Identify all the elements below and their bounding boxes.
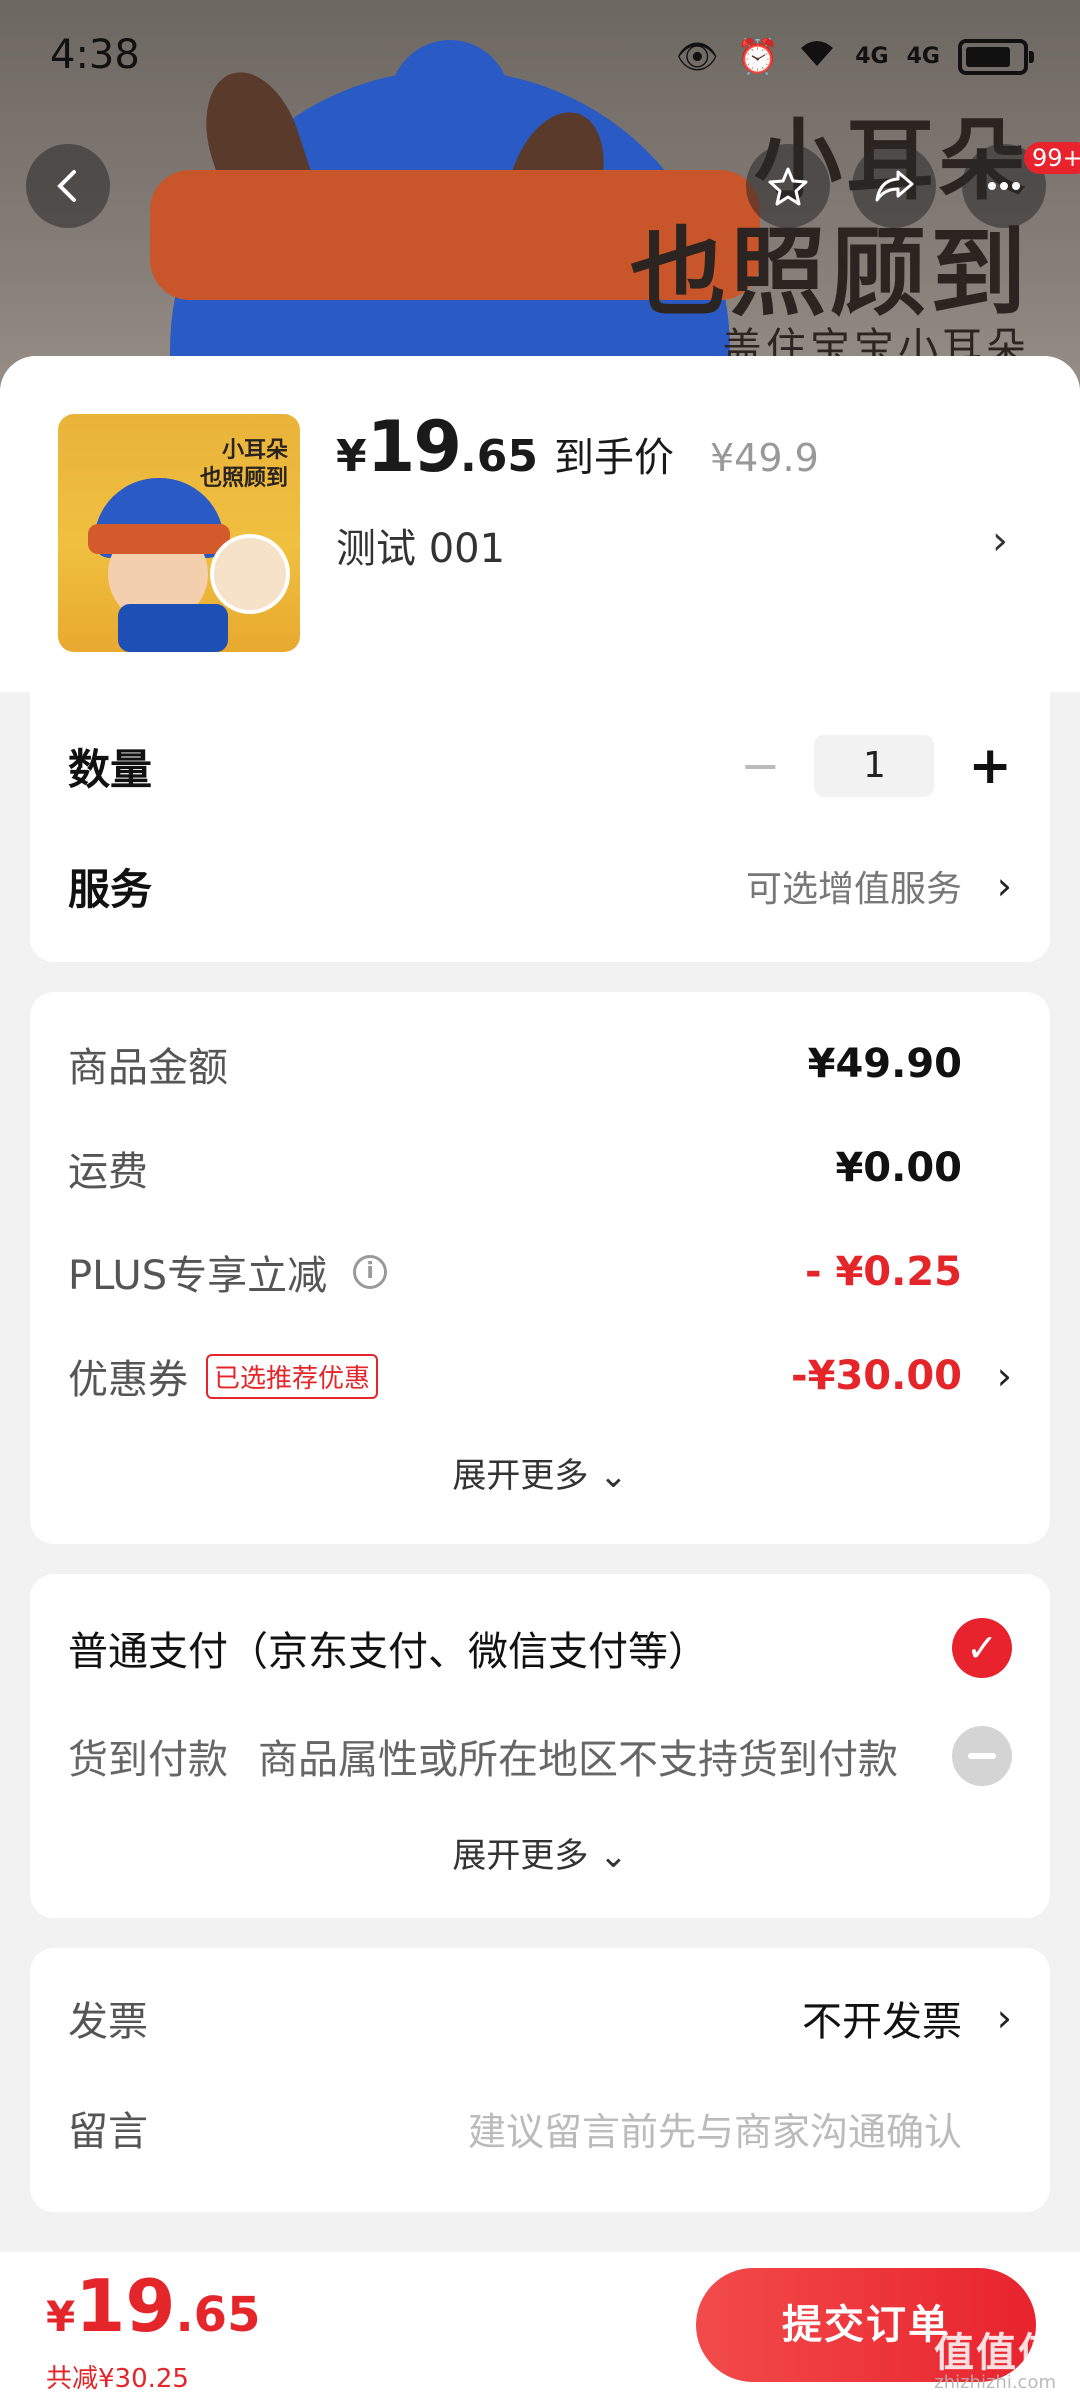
thumb-detail-circle — [210, 534, 290, 614]
chevron-right-icon: › — [996, 1996, 1012, 2040]
expand-more-amounts[interactable]: 展开更多 ⌄ — [30, 1448, 1050, 1497]
minus-button[interactable]: − — [740, 738, 780, 794]
invoice-label: 发票 — [68, 1999, 148, 2045]
alarm-icon: ⏰ — [736, 36, 780, 77]
plus-discount-row: PLUS专享立减 i - ¥0.25 — [68, 1242, 1012, 1302]
wifi-icon — [797, 36, 837, 77]
service-row[interactable]: 服务 可选增值服务 › — [68, 856, 1012, 916]
price-currency: ¥ — [336, 431, 367, 482]
plus-button[interactable]: + — [968, 736, 1012, 796]
amount-card: 商品金额 ¥49.90 运费 ¥0.00 PLUS专享立减 i - ¥0.25 … — [30, 992, 1050, 1544]
plus-discount-value: - ¥0.25 — [804, 1249, 962, 1295]
banner-headline-2: 也照顾到 — [630, 217, 1030, 329]
chevron-right-icon: › — [996, 864, 1012, 908]
more-dots-icon — [988, 182, 1020, 190]
price-decimal: .65 — [460, 431, 538, 482]
payment-card: 普通支付（京东支付、微信支付等） ✓ 货到付款 商品属性或所在地区不支持货到付款… — [30, 1574, 1050, 1918]
quantity-stepper: − 1 + — [740, 735, 1012, 797]
watermark-url: zhizhizhi.com — [934, 2372, 1056, 2393]
favorite-button[interactable] — [746, 144, 830, 228]
share-button[interactable] — [852, 144, 936, 228]
invoice-row[interactable]: 发票 不开发票 › — [68, 1988, 1012, 2048]
message-input[interactable]: 建议留言前先与商家沟通确认 — [468, 2101, 962, 2156]
message-count-badge: 99+ — [1024, 142, 1080, 174]
info-icon[interactable]: i — [353, 1255, 388, 1289]
total-integer: 19 — [75, 2264, 176, 2348]
disabled-icon — [952, 1726, 1012, 1786]
checkmark-icon[interactable]: ✓ — [952, 1618, 1012, 1678]
thumb-text-2: 也照顾到 — [199, 466, 288, 491]
watermark-logo: 值值值 — [934, 2330, 1060, 2376]
price-integer: 19 — [366, 406, 462, 488]
eye-icon: 👁 — [675, 36, 719, 77]
coupon-row[interactable]: 优惠券 已选推荐优惠 -¥30.00 › — [68, 1346, 1012, 1406]
product-price: ¥ 19 .65 到手价 ¥49.9 — [336, 406, 819, 488]
share-icon — [875, 170, 914, 202]
order-sheet: 小耳朵 也照顾到 ¥ 19 .65 到手价 ¥49.9 测试 001 › 数量 … — [0, 356, 1080, 2400]
coupon-tag: 已选推荐优惠 — [206, 1353, 379, 1399]
plus-discount-label: PLUS专享立减 — [68, 1253, 328, 1299]
back-button[interactable] — [26, 144, 110, 228]
original-price: ¥49.9 — [710, 436, 819, 480]
total-currency: ¥ — [46, 2292, 76, 2341]
price-label: 到手价 — [554, 435, 674, 481]
coupon-value: -¥30.00 — [791, 1353, 962, 1399]
message-row[interactable]: 留言 建议留言前先与商家沟通确认 — [68, 2098, 1012, 2158]
chevron-right-icon: › — [996, 1354, 1012, 1398]
total-decimal: .65 — [175, 2287, 261, 2343]
quantity-row: 数量 − 1 + — [68, 735, 1012, 797]
chevron-right-icon[interactable]: › — [992, 518, 1008, 564]
goods-amount-value: ¥49.90 — [807, 1041, 962, 1087]
invoice-value: 不开发票 — [802, 1999, 962, 2045]
status-icons: 👁 ⏰ 4G 4G — [675, 36, 1034, 77]
total-saved: 共减¥30.25 — [46, 2364, 189, 2394]
signal-icon-2: 4G — [906, 43, 940, 69]
signal-icon-1: 4G — [855, 43, 889, 69]
payment-cod-note: 商品属性或所在地区不支持货到付款 — [258, 1737, 898, 1783]
checkout-bar: ¥ 19 .65 共减¥30.25 提交订单 — [0, 2252, 1080, 2400]
thumb-band-shape — [88, 524, 230, 554]
expand-more-payment[interactable]: 展开更多 ⌄ — [30, 1828, 1050, 1877]
quantity-label: 数量 — [68, 744, 153, 794]
coupon-label: 优惠券 — [68, 1357, 188, 1403]
payment-cod-label: 货到付款 — [68, 1737, 228, 1783]
status-bar: 4:38 👁 ⏰ 4G 4G — [0, 0, 1080, 110]
payment-cod-row: 货到付款 商品属性或所在地区不支持货到付款 — [68, 1726, 1012, 1786]
quantity-service-card: 数量 − 1 + 服务 可选增值服务 › — [30, 692, 1050, 962]
goods-amount-row: 商品金额 ¥49.90 — [68, 1034, 1012, 1094]
service-value: 可选增值服务 — [745, 869, 962, 910]
star-icon — [768, 167, 808, 206]
selected-spec[interactable]: 测试 001 — [336, 516, 505, 574]
payment-normal-label: 普通支付（京东支付、微信支付等） — [68, 1629, 708, 1675]
product-thumbnail[interactable]: 小耳朵 也照顾到 — [58, 414, 300, 652]
shipping-row: 运费 ¥0.00 — [68, 1138, 1012, 1198]
shipping-label: 运费 — [68, 1149, 148, 1195]
message-label: 留言 — [68, 2109, 148, 2155]
quantity-input[interactable]: 1 — [814, 735, 935, 797]
total-price: ¥ 19 .65 — [46, 2264, 260, 2348]
chevron-left-icon — [57, 170, 76, 202]
service-label: 服务 — [68, 864, 153, 914]
goods-amount-label: 商品金额 — [68, 1045, 228, 1091]
extra-info-card: 发票 不开发票 › 留言 建议留言前先与商家沟通确认 — [30, 1948, 1050, 2212]
payment-normal-row[interactable]: 普通支付（京东支付、微信支付等） ✓ — [68, 1618, 1012, 1678]
status-time: 4:38 — [50, 32, 140, 78]
battery-icon — [958, 38, 1034, 75]
shipping-value: ¥0.00 — [835, 1145, 962, 1191]
product-header: 小耳朵 也照顾到 ¥ 19 .65 到手价 ¥49.9 测试 001 › — [0, 356, 1080, 692]
thumb-scarf-shape — [118, 604, 228, 652]
